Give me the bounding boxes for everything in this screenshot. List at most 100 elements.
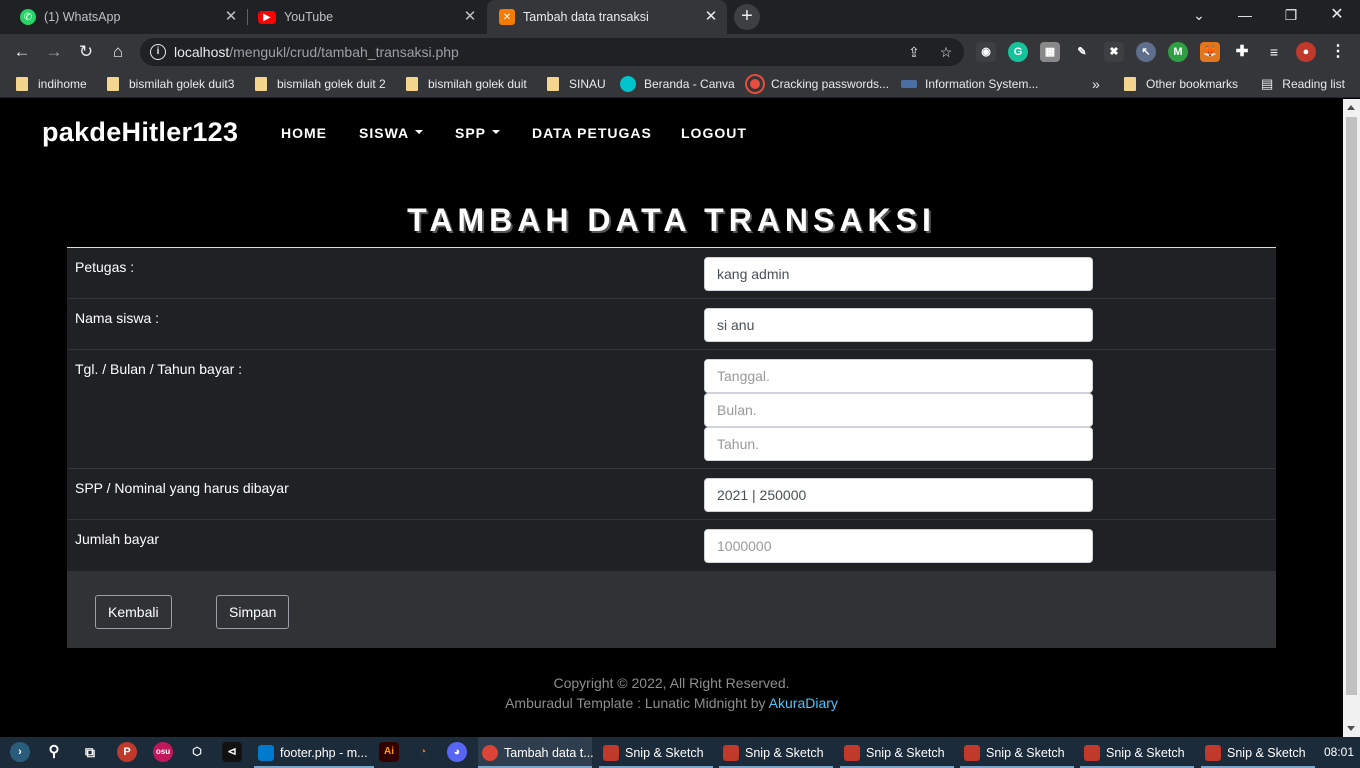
petugas-field[interactable] — [704, 257, 1093, 291]
restore-icon[interactable]: ❐ — [1268, 0, 1314, 30]
form-row-tanggal-bayar: Tgl. / Bulan / Tahun bayar : — [67, 350, 1276, 469]
extension-cursor-icon[interactable]: ↖ — [1136, 42, 1156, 62]
start-arrow-icon[interactable]: › — [10, 742, 30, 762]
bookmarks-overflow-icon[interactable]: » — [1092, 75, 1100, 93]
extension-m-icon[interactable]: M — [1168, 42, 1188, 62]
other-bookmarks[interactable]: Other bookmarks — [1124, 75, 1238, 93]
close-icon[interactable]: ✕ — [462, 9, 478, 25]
media-queue-icon[interactable]: ≡ — [1264, 42, 1284, 62]
transaction-form: Petugas : Nama siswa : Tgl. / Bulan / Ta… — [67, 247, 1276, 648]
address-bar[interactable]: i localhost/mengukl/crud/tambah_transaks… — [140, 38, 964, 66]
jumlah-bayar-field[interactable] — [704, 529, 1093, 563]
canva-icon — [620, 76, 636, 92]
chrome-icon — [482, 744, 498, 761]
taskbar-app-vscode[interactable]: footer.php - m... — [254, 737, 374, 768]
nav-spp-dropdown[interactable]: SPP — [455, 125, 501, 141]
form-row-jumlah-bayar: Jumlah bayar — [67, 520, 1276, 571]
bookmark-information-system[interactable]: Information System... — [901, 75, 1038, 93]
app-terminal-icon[interactable]: ⊲ — [222, 742, 242, 762]
scroll-up-arrow-icon[interactable] — [1347, 105, 1355, 110]
discord-icon[interactable]: ◕ — [447, 742, 467, 762]
caret-down-icon — [492, 130, 501, 135]
jumlah-bayar-label: Jumlah bayar — [75, 531, 160, 547]
eyedropper-icon[interactable]: ✎ — [1072, 42, 1092, 62]
xampp-icon: ✕ — [499, 9, 515, 25]
tanggal-field[interactable] — [704, 359, 1093, 393]
close-icon[interactable]: ✕ — [223, 9, 239, 25]
taskbar-app-snip-2[interactable]: Snip & Sketch — [719, 737, 833, 768]
bookmark-golek-duit[interactable]: bismilah golek duit — [406, 75, 527, 93]
reading-list[interactable]: ▤ Reading list — [1261, 75, 1345, 93]
bookmark-cracking-passwords[interactable]: Cracking passwords... — [747, 75, 889, 93]
snip-sketch-icon — [723, 744, 739, 761]
taskbar-app-chrome[interactable]: Tambah data t... — [478, 737, 594, 768]
scrollbar-thumb[interactable] — [1346, 117, 1357, 695]
tab-search-icon[interactable]: ⌄ — [1176, 0, 1222, 30]
nav-data-petugas[interactable]: DATA PETUGAS — [532, 125, 652, 141]
taskbar-app-snip-5[interactable]: Snip & Sketch — [1080, 737, 1194, 768]
bookmarks-bar: indihome bismilah golek duit3 bismilah g… — [0, 70, 1360, 98]
task-view-icon[interactable]: ⧉ — [80, 742, 100, 762]
bookmark-canva[interactable]: Beranda - Canva — [620, 75, 735, 93]
url-text[interactable]: localhost/mengukl/crud/tambah_transaksi.… — [174, 44, 459, 60]
window-close-icon[interactable]: ✕ — [1314, 0, 1360, 30]
nav-logout[interactable]: LOGOUT — [681, 125, 747, 141]
simpan-button[interactable]: Simpan — [216, 595, 290, 629]
taskbar-app-snip-6[interactable]: Snip & Sketch — [1201, 737, 1315, 768]
extension-x-icon[interactable]: ✖ — [1104, 42, 1124, 62]
app-osu-icon[interactable]: osu — [153, 742, 173, 762]
search-icon[interactable]: ⚲ — [44, 742, 64, 762]
tab-whatsapp[interactable]: ✆ (1) WhatsApp ✕ — [0, 0, 247, 34]
extension-image-icon[interactable]: ▦ — [1040, 42, 1060, 62]
back-arrow-icon[interactable]: ← — [8, 38, 36, 66]
new-tab-button[interactable]: + — [734, 4, 760, 30]
grammarly-icon[interactable]: G — [1008, 42, 1028, 62]
page-title: TAMBAH DATA TRANSAKSI — [407, 202, 936, 238]
bookmark-sinau[interactable]: SINAU — [547, 75, 606, 93]
form-row-spp: SPP / Nominal yang harus dibayar — [67, 469, 1276, 520]
extension-spy-icon[interactable]: ◉ — [976, 42, 996, 62]
minimize-icon[interactable]: — — [1222, 0, 1268, 30]
form-row-nama-siswa: Nama siswa : — [67, 299, 1276, 350]
close-icon[interactable]: ✕ — [703, 9, 719, 25]
app-p-icon[interactable]: P — [117, 742, 137, 762]
tab-youtube[interactable]: ▶ YouTube ✕ — [248, 0, 486, 34]
snip-sketch-icon — [1084, 744, 1100, 761]
caret-down-icon — [415, 130, 424, 135]
spp-label: SPP / Nominal yang harus dibayar — [75, 480, 289, 496]
akuradiary-link[interactable]: AkuraDiary — [769, 695, 838, 711]
extensions-puzzle-icon[interactable]: ✚ — [1232, 42, 1252, 62]
snip-sketch-icon — [603, 744, 619, 761]
menu-kebab-icon[interactable]: ⋮ — [1328, 42, 1348, 62]
nav-home[interactable]: HOME — [281, 125, 327, 141]
bookmark-golek-duit-2[interactable]: bismilah golek duit 2 — [255, 75, 386, 93]
forward-arrow-icon[interactable]: → — [40, 38, 68, 66]
taskbar-app-snip-1[interactable]: Snip & Sketch — [599, 737, 713, 768]
scroll-down-arrow-icon[interactable] — [1347, 726, 1355, 731]
tahun-field[interactable] — [704, 427, 1093, 461]
nav-siswa-dropdown[interactable]: SISWA — [359, 125, 424, 141]
taskbar-app-snip-4[interactable]: Snip & Sketch — [960, 737, 1074, 768]
bookmark-golek-duit3[interactable]: bismilah golek duit3 — [107, 75, 234, 93]
bulan-field[interactable] — [704, 393, 1093, 427]
tab-title: YouTube — [284, 10, 334, 24]
tab-tambah-data-transaksi[interactable]: ✕ Tambah data transaksi ✕ — [487, 0, 727, 34]
taskbar-app-snip-3[interactable]: Snip & Sketch — [840, 737, 954, 768]
site-info-icon[interactable]: i — [150, 44, 166, 60]
spp-field[interactable] — [704, 478, 1093, 512]
share-icon[interactable]: ⇪ — [904, 42, 924, 62]
site-brand[interactable]: pakdeHitler123 — [42, 117, 238, 148]
bookmark-indihome[interactable]: indihome — [16, 75, 87, 93]
bookmark-star-icon[interactable]: ☆ — [936, 42, 956, 62]
metamask-icon[interactable]: 🦊 — [1200, 42, 1220, 62]
nama-siswa-field[interactable] — [704, 308, 1093, 342]
reload-icon[interactable]: ↻ — [72, 38, 100, 66]
taskbar-clock[interactable]: 08:01 — [1324, 745, 1354, 759]
illustrator-icon[interactable]: Ai — [379, 742, 399, 762]
profile-avatar-icon[interactable]: ● — [1296, 42, 1316, 62]
app-cube-icon[interactable]: ⬡ — [187, 742, 207, 762]
kembali-button[interactable]: Kembali — [95, 595, 172, 629]
home-icon[interactable]: ⌂ — [104, 38, 132, 66]
blender-icon[interactable]: ◔ — [413, 742, 433, 762]
page-scrollbar[interactable] — [1343, 99, 1360, 737]
